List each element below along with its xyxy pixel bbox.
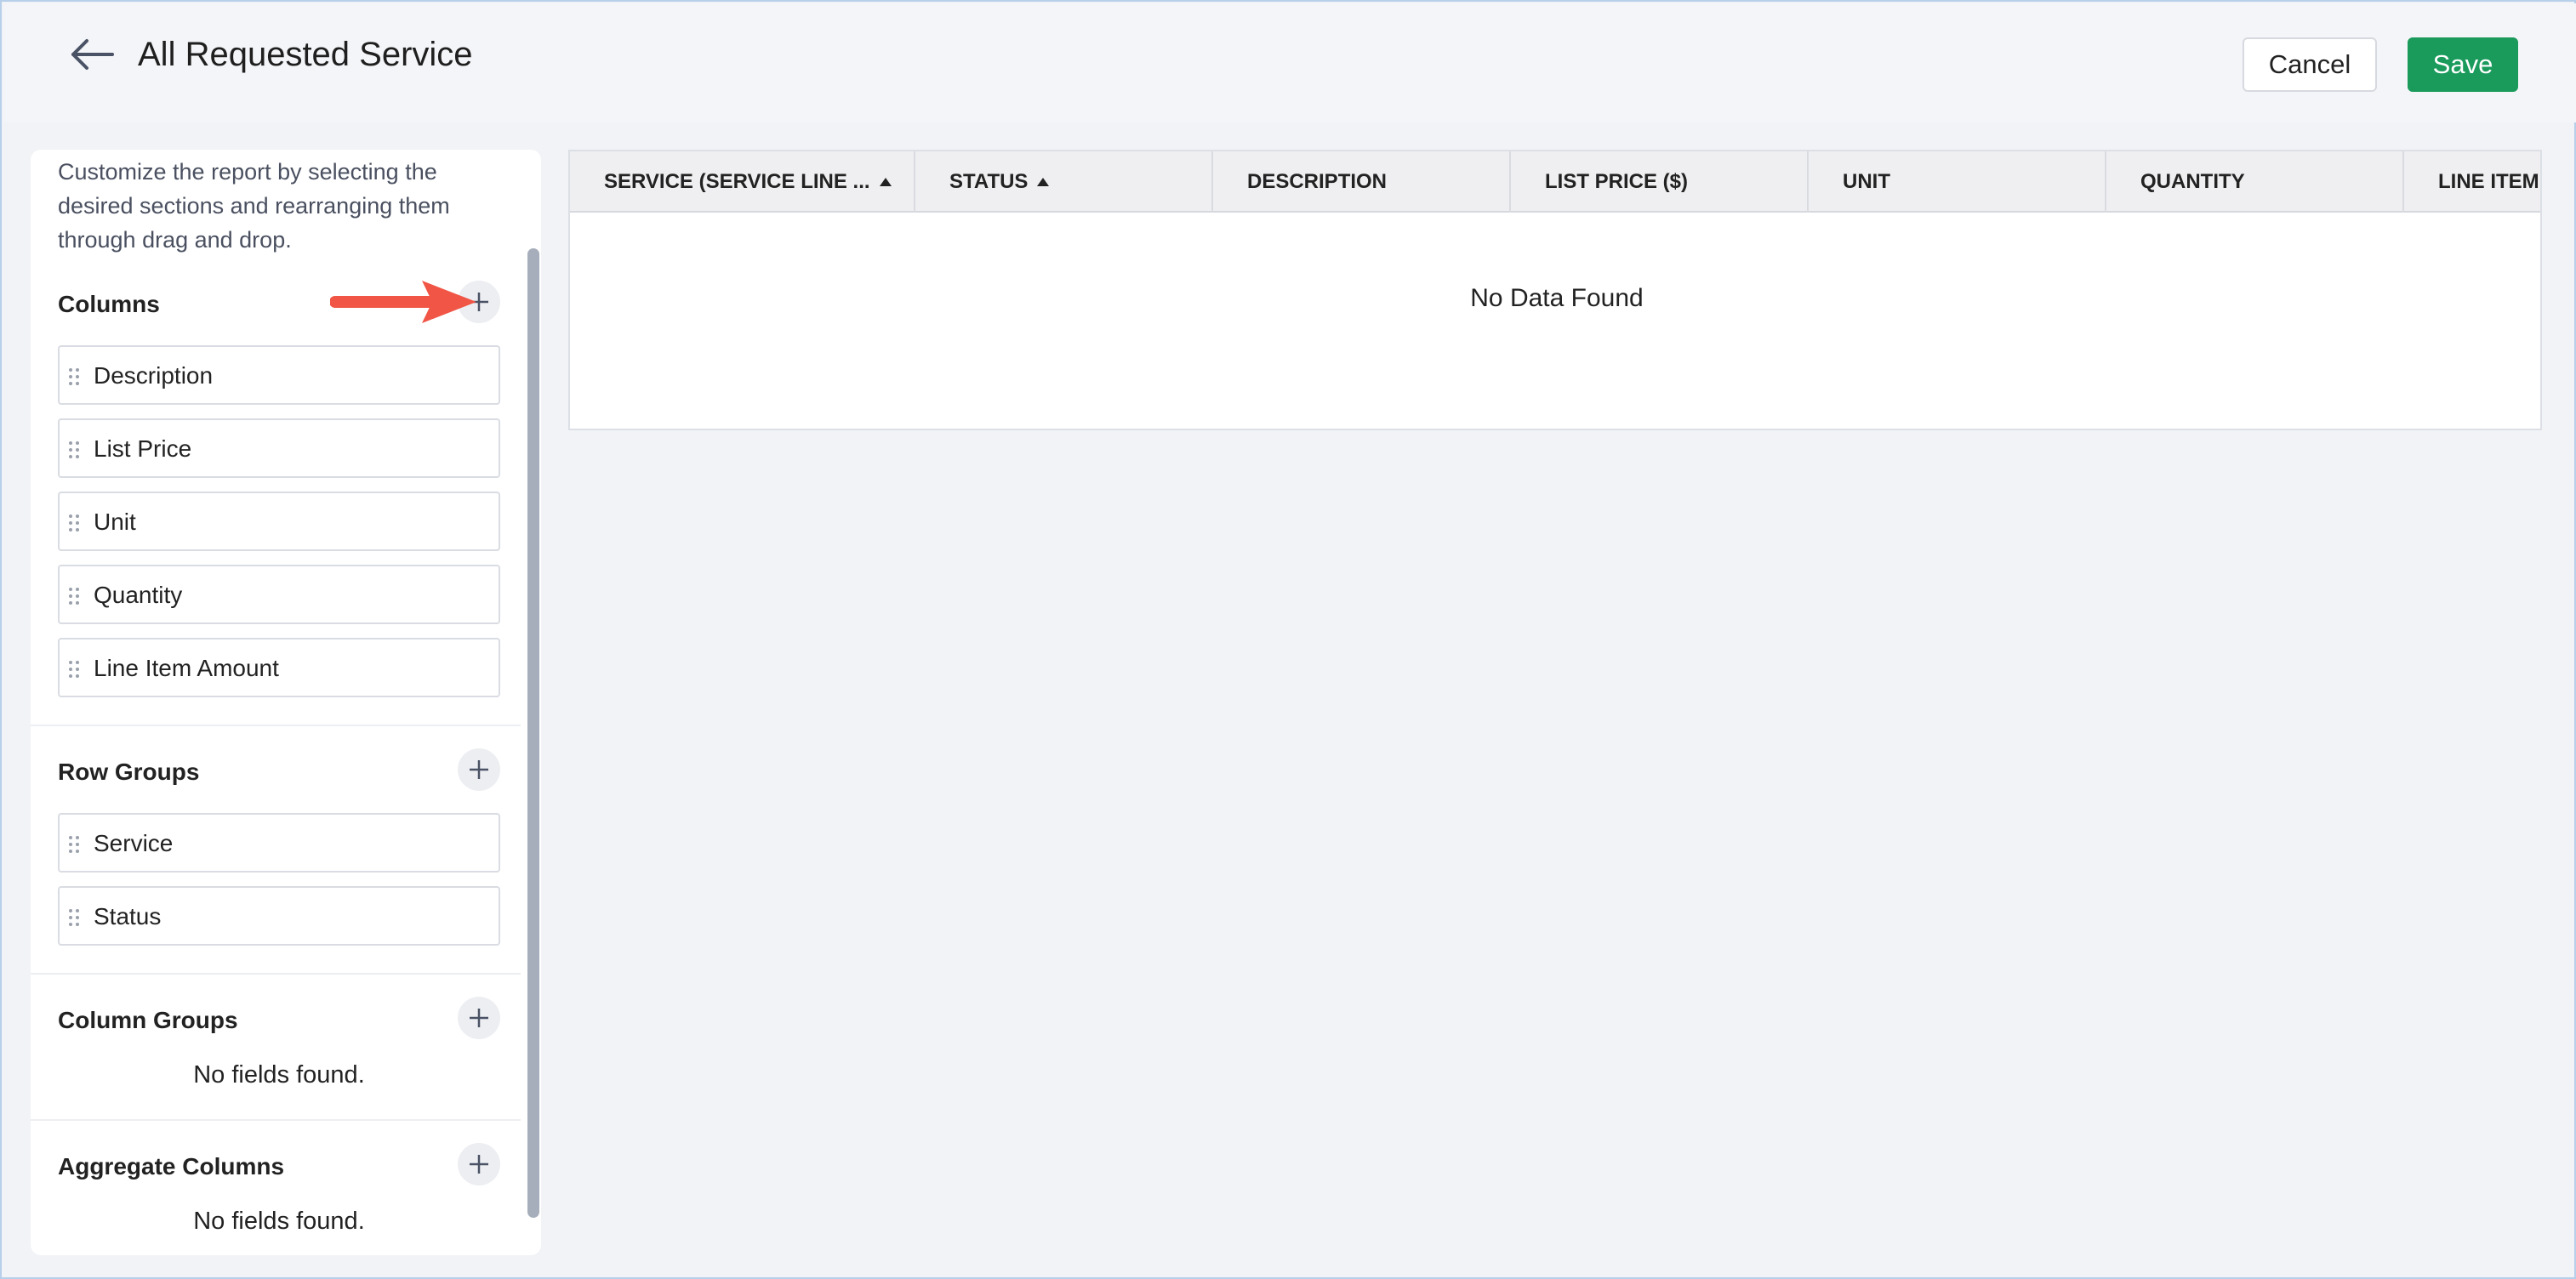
plus-icon	[470, 1009, 488, 1027]
table-header-row: SERVICE (SERVICE LINE ... STATUS DESCRIP…	[570, 151, 2540, 213]
columns-section-title: Columns	[58, 291, 160, 317]
column-field-unit[interactable]: Unit	[58, 492, 500, 551]
column-header-line-item-amount[interactable]: LINE ITEM A	[2404, 151, 2540, 213]
column-header-label: QUANTITY	[2140, 170, 2245, 193]
back-button[interactable]	[70, 36, 116, 73]
column-header-unit[interactable]: UNIT	[1809, 151, 2106, 213]
column-groups-section-title: Column Groups	[58, 1007, 238, 1033]
page-title: All Requested Service	[138, 36, 473, 73]
drag-handle-icon[interactable]	[68, 441, 80, 459]
column-header-label: LIST PRICE ($)	[1545, 170, 1689, 193]
column-field-list-price[interactable]: List Price	[58, 418, 500, 478]
drag-handle-icon[interactable]	[68, 660, 80, 679]
drag-handle-icon[interactable]	[68, 835, 80, 854]
red-arrow-annotation	[330, 281, 476, 323]
field-label: Service	[94, 830, 174, 856]
add-aggregate-column-button[interactable]	[458, 1143, 500, 1185]
column-field-description[interactable]: Description	[58, 345, 500, 405]
field-label: List Price	[94, 435, 192, 462]
column-header-label: DESCRIPTION	[1247, 170, 1388, 193]
drag-handle-icon[interactable]	[68, 367, 80, 386]
plus-icon	[470, 1155, 488, 1174]
row-group-field-service[interactable]: Service	[58, 813, 500, 873]
add-row-group-button[interactable]	[458, 748, 500, 791]
column-header-quantity[interactable]: QUANTITY	[2106, 151, 2404, 213]
column-field-line-item-amount[interactable]: Line Item Amount	[58, 638, 500, 697]
column-header-label: UNIT	[1843, 170, 1890, 193]
arrow-left-icon	[71, 39, 114, 70]
cancel-button[interactable]: Cancel	[2243, 37, 2377, 92]
column-header-label: LINE ITEM A	[2438, 170, 2540, 193]
sort-ascending-icon	[879, 178, 892, 186]
column-header-description[interactable]: DESCRIPTION	[1213, 151, 1511, 213]
row-groups-section-title: Row Groups	[58, 759, 200, 785]
column-header-service[interactable]: SERVICE (SERVICE LINE ...	[570, 151, 915, 213]
field-label: Quantity	[94, 582, 183, 608]
drag-handle-icon[interactable]	[68, 514, 80, 532]
field-label: Status	[94, 903, 162, 929]
column-field-quantity[interactable]: Quantity	[58, 565, 500, 624]
column-header-label: SERVICE (SERVICE LINE ...	[604, 170, 870, 193]
sort-ascending-icon	[1037, 178, 1050, 186]
drag-handle-icon[interactable]	[68, 587, 80, 605]
aggregate-columns-empty-text: No fields found.	[193, 1208, 365, 1235]
field-label: Description	[94, 362, 214, 389]
sidebar-scrollbar[interactable]	[527, 248, 539, 1218]
sidebar-intro-text: Customize the report by selecting the de…	[58, 159, 450, 253]
column-header-status[interactable]: STATUS	[915, 151, 1213, 213]
field-label: Line Item Amount	[94, 655, 279, 681]
column-header-list-price[interactable]: LIST PRICE ($)	[1511, 151, 1809, 213]
section-divider	[31, 725, 521, 726]
row-group-field-status[interactable]: Status	[58, 886, 500, 946]
column-groups-empty-text: No fields found.	[193, 1061, 365, 1089]
add-column-group-button[interactable]	[458, 997, 500, 1039]
section-divider	[31, 973, 521, 975]
drag-handle-icon[interactable]	[68, 908, 80, 927]
plus-icon	[470, 760, 488, 779]
app-window: All Requested Service Cancel Save Custom…	[0, 0, 2576, 1279]
save-button[interactable]: Save	[2408, 37, 2518, 92]
field-label: Unit	[94, 509, 136, 535]
column-header-label: STATUS	[949, 170, 1029, 193]
page-header: All Requested Service Cancel Save	[3, 3, 2576, 122]
section-divider	[31, 1119, 521, 1121]
report-customize-sidebar: Customize the report by selecting the de…	[31, 150, 541, 1255]
aggregate-columns-section-title: Aggregate Columns	[58, 1153, 285, 1180]
report-table: SERVICE (SERVICE LINE ... STATUS DESCRIP…	[568, 150, 2542, 430]
table-empty-message: No Data Found	[1470, 284, 1644, 312]
